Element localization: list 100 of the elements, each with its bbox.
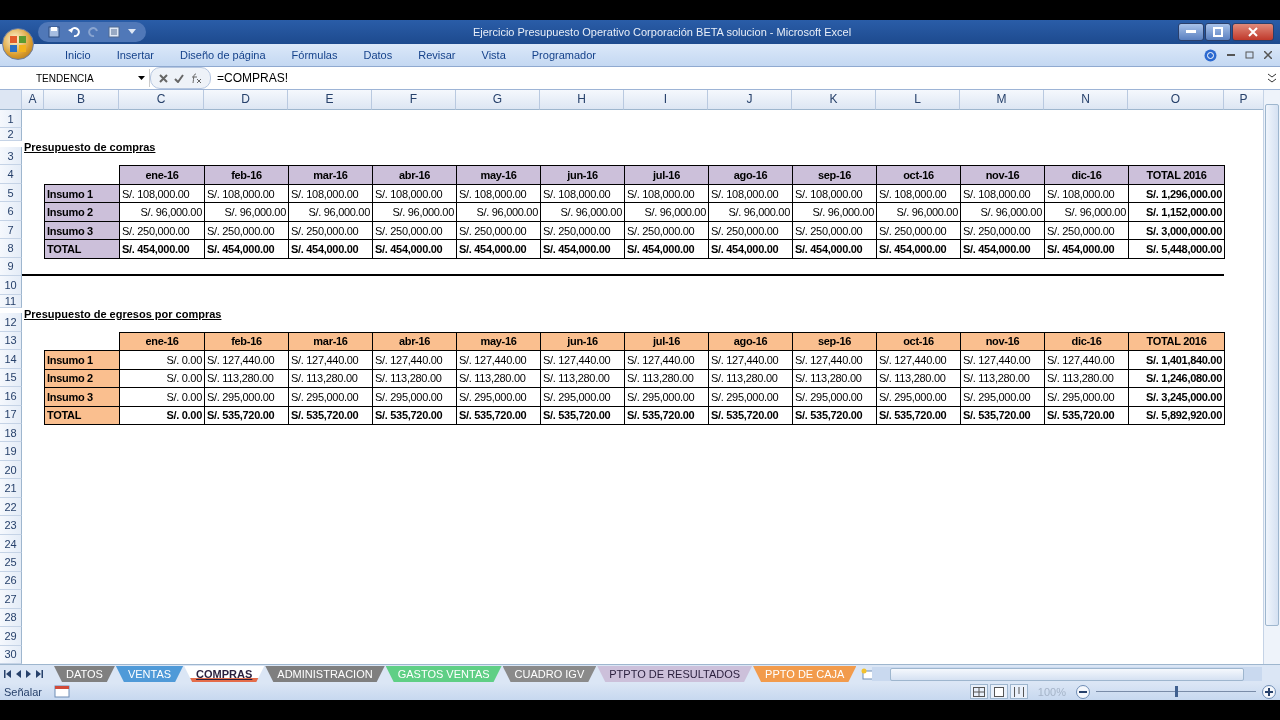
sheet-tab[interactable]: ADMINISTRACION <box>265 666 385 682</box>
column-header[interactable]: L <box>876 90 960 110</box>
help-icon[interactable] <box>1204 48 1217 62</box>
row-header[interactable]: 29 <box>0 627 22 646</box>
row-header[interactable]: 27 <box>0 590 22 609</box>
column-header[interactable]: B <box>44 90 119 110</box>
status-text: Señalar <box>3 685 43 698</box>
page-layout-button[interactable] <box>989 684 1008 699</box>
restore-icon <box>1213 27 1223 37</box>
window-title: Ejercicio Presupuesto Operativo Corporación BETA solucion - Microsoft Excel <box>471 26 853 38</box>
row-header[interactable]: 3 <box>0 146 22 166</box>
total-cell: S/. 5,448,000.00 <box>1128 239 1225 259</box>
row-header[interactable]: 8 <box>0 239 22 258</box>
plus-icon <box>1265 687 1273 696</box>
name-box[interactable]: TENDENCIA <box>0 69 150 87</box>
column-heading: jul-16 <box>624 165 709 185</box>
enter-icon[interactable] <box>174 73 184 83</box>
sheet-tab[interactable]: COMPRAS <box>184 666 265 682</box>
sheet-tab[interactable]: DATOS <box>54 666 115 682</box>
ribbon-tab[interactable]: Programador <box>518 49 609 61</box>
office-button[interactable] <box>2 28 34 60</box>
row-header[interactable]: 19 <box>0 442 22 461</box>
save-icon[interactable] <box>48 26 60 38</box>
form-icon[interactable] <box>108 26 120 38</box>
row-header[interactable]: 25 <box>0 553 22 572</box>
macro-record-icon[interactable] <box>53 685 70 698</box>
section-title: Presupuesto de egresos por compras <box>23 307 223 320</box>
column-heading: dic-16 <box>1044 165 1129 185</box>
column-header[interactable]: I <box>624 90 708 110</box>
scrollbar-thumb[interactable] <box>889 667 1244 681</box>
row-header[interactable]: 2 <box>0 128 22 142</box>
column-heading: ene-16 <box>119 165 205 185</box>
minimize-button[interactable] <box>1178 23 1204 41</box>
row-label: Insumo 1 <box>44 350 120 370</box>
row-label: Insumo 2 <box>44 202 120 222</box>
column-heading: jun-16 <box>540 331 625 352</box>
ribbon-tab[interactable]: Inicio <box>52 49 104 61</box>
row-header[interactable]: 16 <box>0 387 22 406</box>
last-sheet-icon[interactable] <box>36 670 43 678</box>
minimize-icon[interactable] <box>1227 53 1235 57</box>
restore-icon[interactable] <box>1245 51 1254 59</box>
cancel-icon[interactable] <box>159 73 168 83</box>
column-heading: oct-16 <box>876 331 961 352</box>
column-header[interactable]: O <box>1128 90 1224 110</box>
sheet-tab[interactable]: PTPTO DE RESULTADOS <box>597 666 753 682</box>
row-header[interactable]: 18 <box>0 424 22 443</box>
column-heading: nov-16 <box>960 165 1045 185</box>
column-header[interactable]: G <box>456 90 540 110</box>
expand-icon[interactable] <box>1267 72 1277 84</box>
ribbon-tab[interactable]: Datos <box>350 49 406 61</box>
first-sheet-icon[interactable] <box>4 670 11 678</box>
row-label: Insumo 1 <box>44 183 120 204</box>
column-header[interactable]: N <box>1044 90 1128 110</box>
column-header[interactable]: D <box>204 90 288 110</box>
column-header[interactable]: E <box>288 90 372 110</box>
next-sheet-icon[interactable] <box>26 670 31 678</box>
row-header[interactable]: 21 <box>0 479 22 498</box>
column-heading: dic-16 <box>1044 331 1129 352</box>
row-label: Insumo 2 <box>44 368 120 389</box>
close-icon[interactable] <box>1264 51 1272 59</box>
ribbon-tab[interactable]: Revisar <box>405 49 469 61</box>
column-header[interactable]: F <box>372 90 456 110</box>
row-header[interactable]: 23 <box>0 516 22 535</box>
column-header[interactable]: H <box>540 90 624 110</box>
zoom-out-button[interactable] <box>1076 684 1090 699</box>
row-header[interactable]: 6 <box>0 202 22 221</box>
column-header[interactable]: M <box>960 90 1044 110</box>
column-header[interactable]: J <box>708 90 792 110</box>
previous-sheet-icon[interactable] <box>16 670 21 678</box>
undo-icon[interactable] <box>68 26 80 38</box>
page-break-button[interactable] <box>1009 684 1028 699</box>
column-header[interactable]: P <box>1224 90 1263 110</box>
column-heading: sep-16 <box>792 165 877 185</box>
restore-button[interactable] <box>1205 23 1231 41</box>
column-heading: mar-16 <box>288 165 373 185</box>
column-heading: TOTAL 2016 <box>1128 165 1225 185</box>
insert-function-icon[interactable] <box>190 72 202 84</box>
column-heading: abr-16 <box>372 331 457 352</box>
column-header[interactable]: K <box>792 90 876 110</box>
row-label: Insumo 3 <box>44 220 120 241</box>
customize-caret-icon[interactable] <box>128 29 136 35</box>
row-header[interactable]: 4 <box>0 165 22 184</box>
zoom-in-button[interactable] <box>1262 684 1276 699</box>
column-heading: abr-16 <box>372 165 457 185</box>
row-label: TOTAL <box>44 239 120 259</box>
scrollbar-thumb[interactable] <box>1265 104 1279 626</box>
row-header[interactable]: 14 <box>0 350 22 369</box>
column-heading: ago-16 <box>708 331 793 352</box>
row-header[interactable]: 12 <box>0 313 22 332</box>
close-button[interactable] <box>1232 23 1274 41</box>
column-header[interactable]: C <box>119 90 204 110</box>
column-heading: feb-16 <box>204 165 289 185</box>
ribbon-tab[interactable]: Fórmulas <box>278 49 351 61</box>
ribbon-tab[interactable]: Vista <box>468 49 519 61</box>
ribbon-tab[interactable]: Insertar <box>103 49 167 61</box>
ribbon-tab[interactable]: Diseño de página <box>167 49 279 61</box>
column-header[interactable]: A <box>22 90 44 110</box>
normal-view-button[interactable] <box>969 684 988 699</box>
row-header[interactable]: 10 <box>0 276 22 295</box>
column-heading: jul-16 <box>624 331 709 352</box>
